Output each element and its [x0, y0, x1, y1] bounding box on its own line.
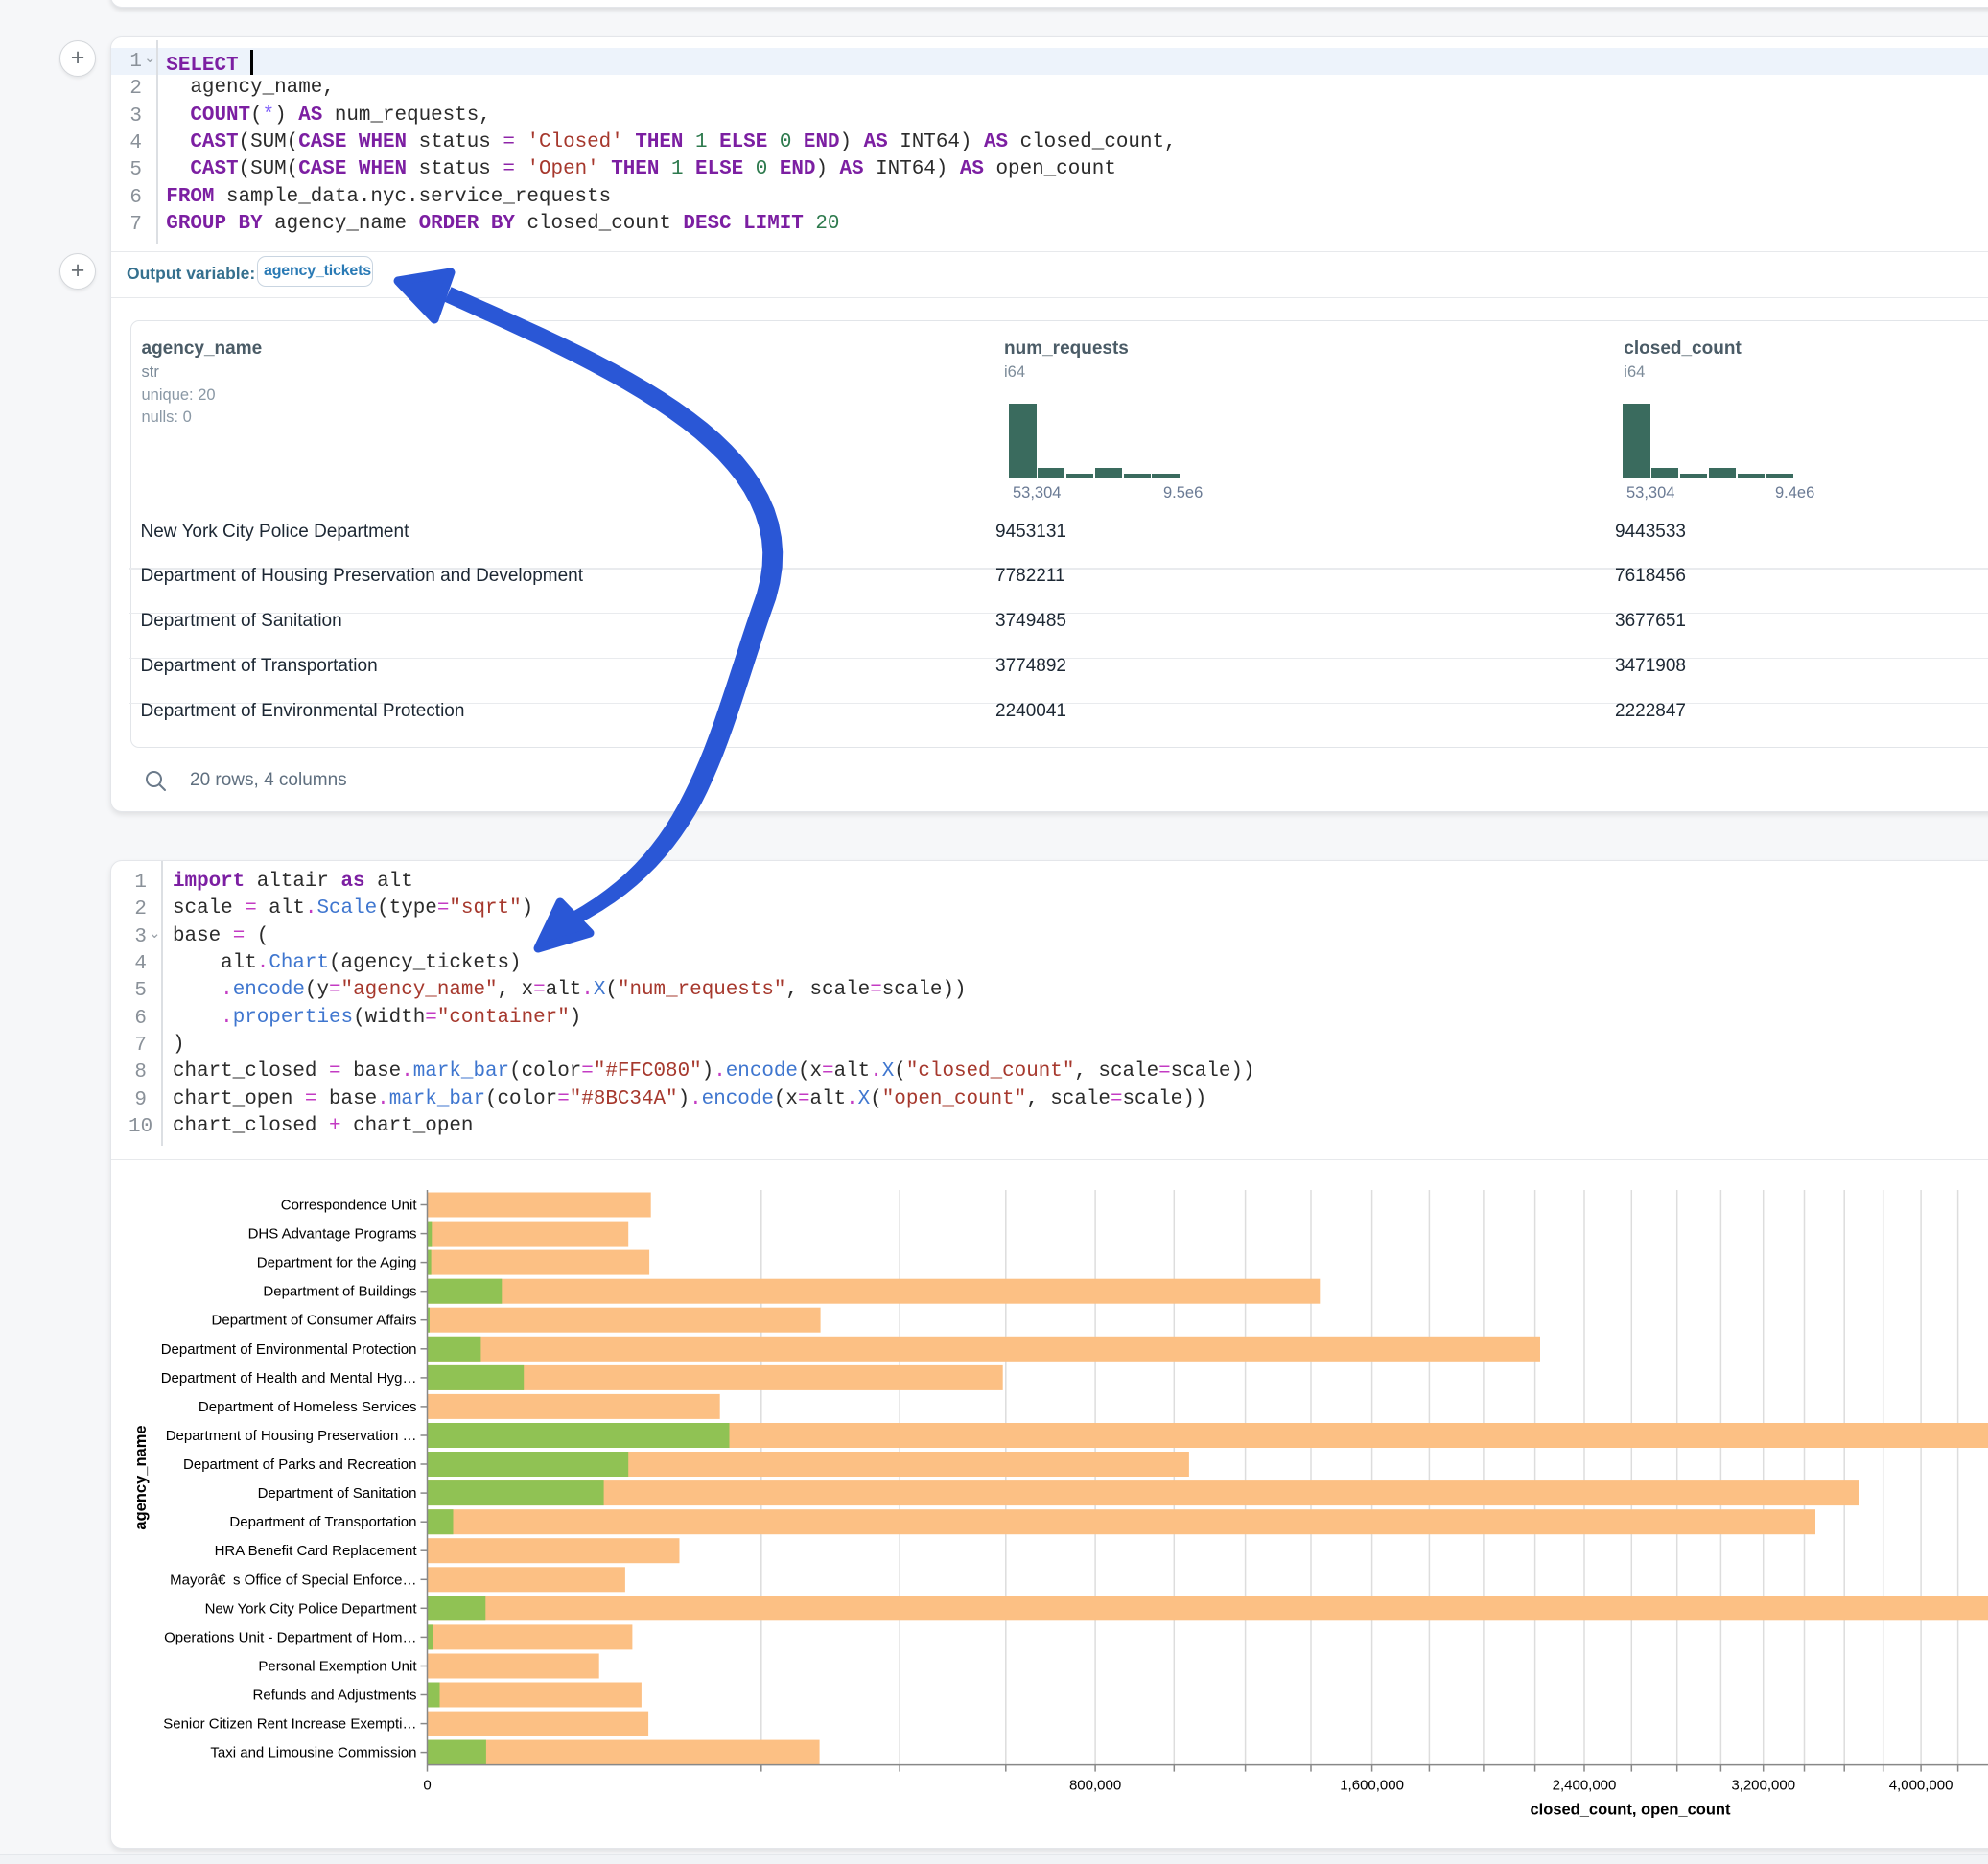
svg-text:Department of Consumer Affairs: Department of Consumer Affairs [212, 1313, 417, 1329]
svg-text:agency_name: agency_name [132, 1425, 150, 1529]
svg-text:Department for the Aging: Department for the Aging [257, 1255, 417, 1271]
svg-text:Operations Unit - Department o: Operations Unit - Department of Hom… [164, 1629, 416, 1645]
svg-text:3,200,000: 3,200,000 [1731, 1778, 1795, 1794]
svg-text:Department of Transportation: Department of Transportation [229, 1514, 416, 1530]
svg-text:Correspondence Unit: Correspondence Unit [281, 1198, 418, 1214]
svg-text:1,600,000: 1,600,000 [1340, 1778, 1404, 1794]
svg-text:Department of Environmental Pr: Department of Environmental Protection [161, 1341, 417, 1358]
svg-text:2,400,000: 2,400,000 [1553, 1778, 1617, 1794]
svg-text:Taxi and Limousine Commission: Taxi and Limousine Commission [210, 1745, 416, 1761]
svg-text:Department of Health and Menta: Department of Health and Mental Hyg… [161, 1370, 417, 1386]
svg-text:Department of Homeless Service: Department of Homeless Services [199, 1399, 417, 1415]
svg-text:800,000: 800,000 [1069, 1778, 1121, 1794]
svg-text:Personal Exemption Unit: Personal Exemption Unit [258, 1659, 417, 1675]
svg-text:4,000,000: 4,000,000 [1889, 1778, 1953, 1794]
svg-text:Department of Housing Preserva: Department of Housing Preservation … [166, 1428, 417, 1444]
svg-text:Department of Buildings: Department of Buildings [263, 1284, 416, 1300]
svg-text:Department of Sanitation: Department of Sanitation [258, 1485, 417, 1502]
svg-text:DHS Advantage Programs: DHS Advantage Programs [248, 1226, 417, 1243]
svg-text:0: 0 [423, 1778, 431, 1794]
svg-text:Mayorâ€ s Office of Special En: Mayorâ€ s Office of Special Enforce… [170, 1572, 416, 1588]
svg-text:Department of Parks and Recrea: Department of Parks and Recreation [183, 1456, 416, 1473]
svg-text:Senior Citizen Rent Increase E: Senior Citizen Rent Increase Exempti… [163, 1716, 416, 1733]
svg-text:Refunds and Adjustments: Refunds and Adjustments [253, 1688, 417, 1704]
svg-text:HRA Benefit Card Replacement: HRA Benefit Card Replacement [215, 1543, 418, 1559]
svg-text:closed_count, open_count: closed_count, open_count [1530, 1802, 1731, 1819]
svg-text:New York City Police Departmen: New York City Police Department [205, 1600, 418, 1617]
